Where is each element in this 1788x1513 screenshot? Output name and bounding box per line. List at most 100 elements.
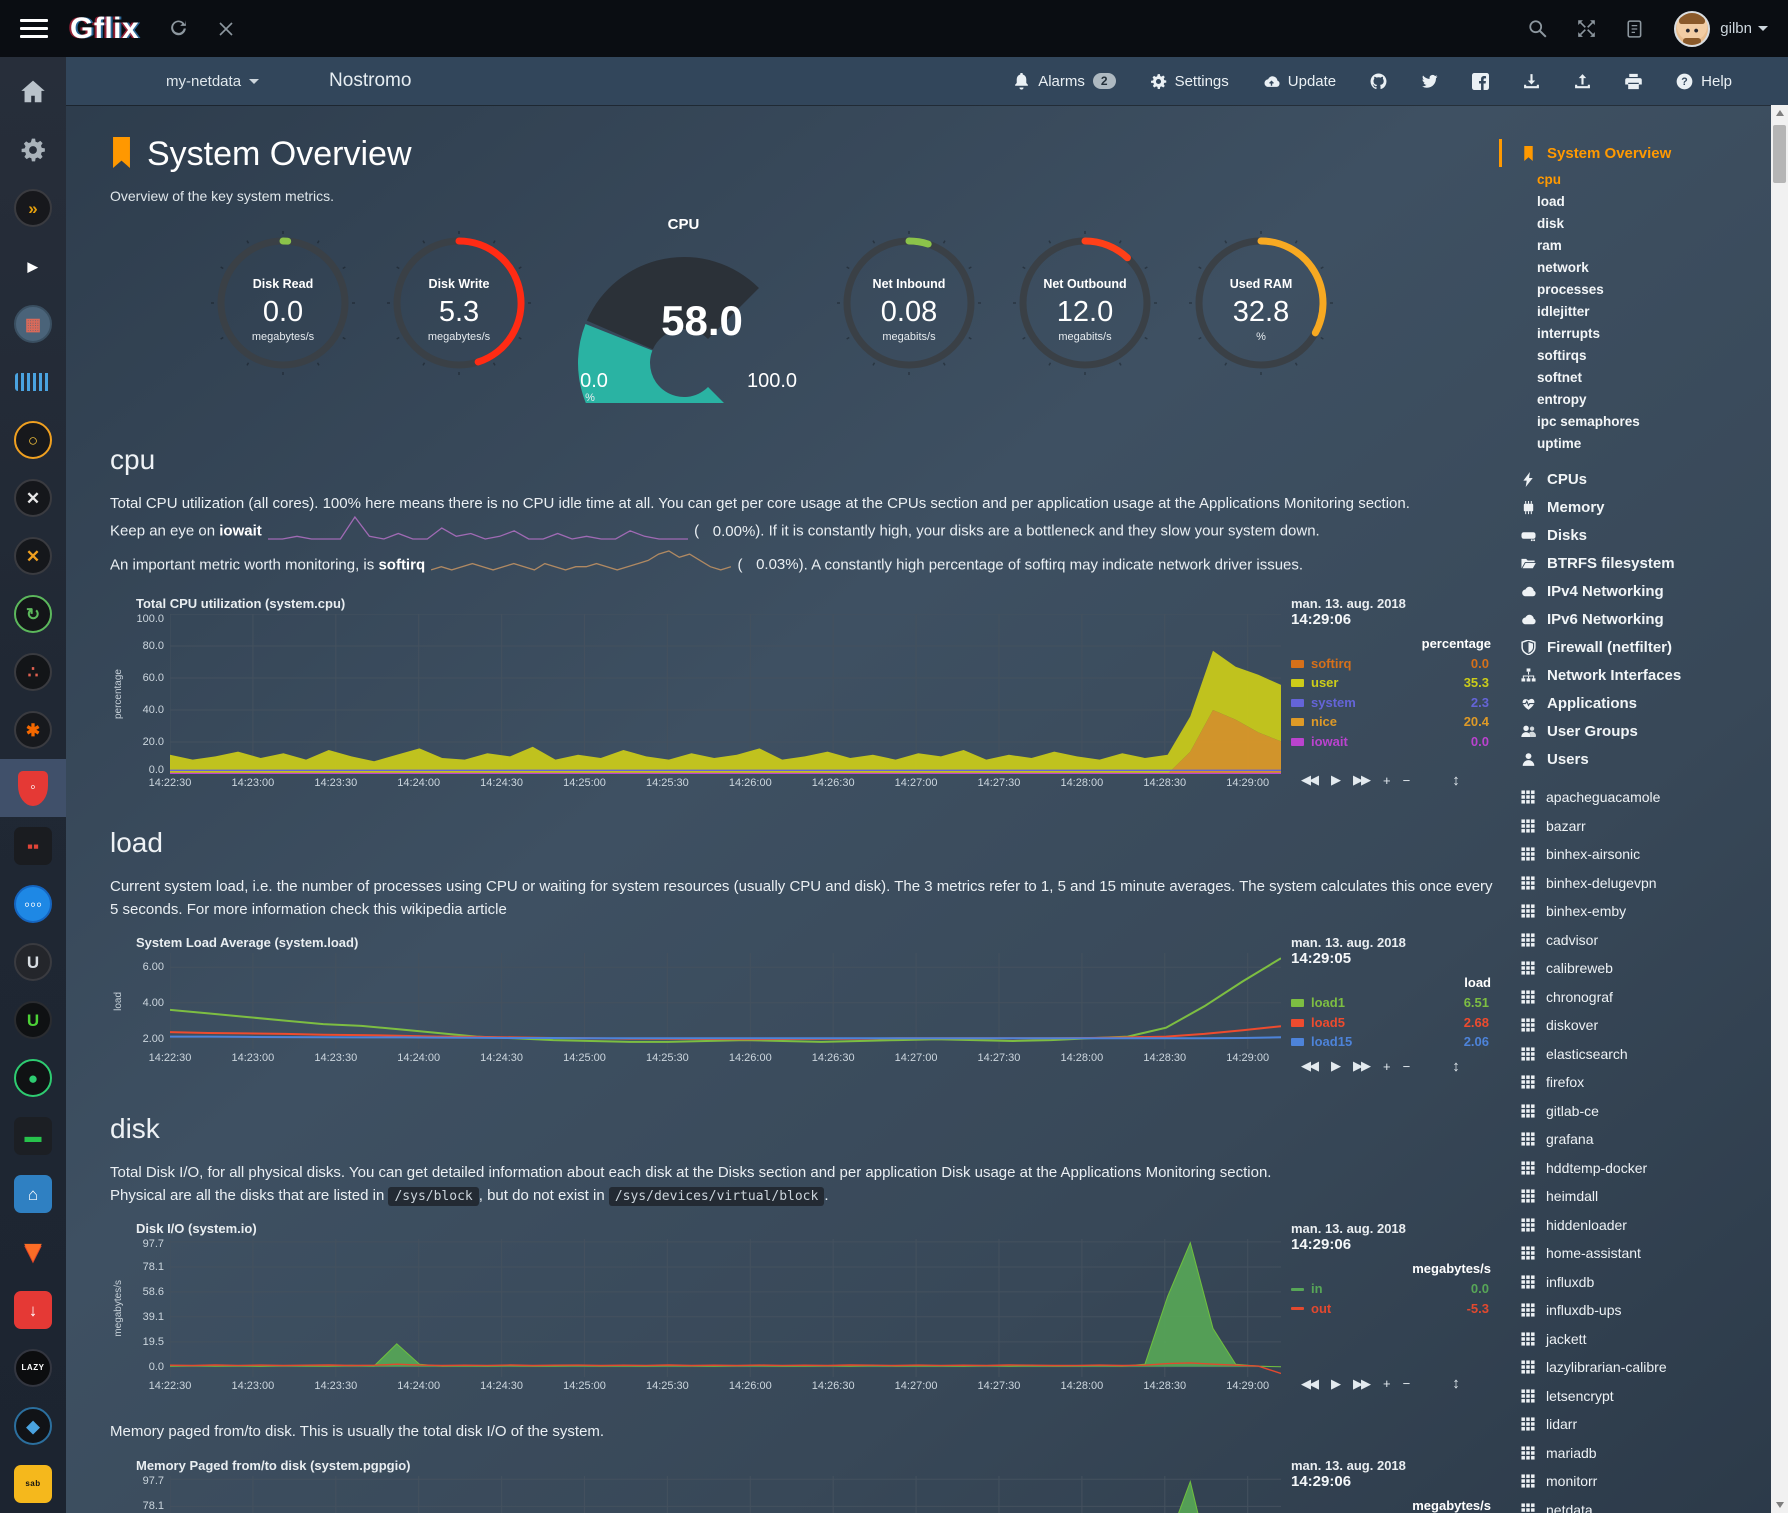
menu-app-lidarr[interactable]: lidarr bbox=[1499, 1410, 1771, 1439]
zoom-in-button[interactable]: + bbox=[1383, 1059, 1389, 1074]
menu-section-user-groups[interactable]: User Groups bbox=[1499, 717, 1771, 745]
legend-entry-load5[interactable]: load52.68 bbox=[1291, 1013, 1493, 1033]
navbar-item-print[interactable] bbox=[1625, 73, 1642, 90]
menu-item-ipc-semaphores[interactable]: ipc semaphores bbox=[1499, 411, 1771, 433]
menu-section-cpus[interactable]: CPUs bbox=[1499, 465, 1771, 493]
menu-app-heimdall[interactable]: heimdall bbox=[1499, 1182, 1771, 1211]
menu-app-monitorr[interactable]: monitorr bbox=[1499, 1467, 1771, 1496]
close-icon[interactable] bbox=[218, 21, 234, 37]
menu-item-cpu[interactable]: cpu bbox=[1499, 169, 1771, 191]
sidebar-app-organizr[interactable]: ✕ bbox=[0, 469, 66, 527]
menu-app-letsencrypt[interactable]: letsencrypt bbox=[1499, 1382, 1771, 1411]
menu-section-ipv4-networking[interactable]: IPv4 Networking bbox=[1499, 577, 1771, 605]
gauge-disk-write[interactable]: Disk Write5.3megabytes/s bbox=[384, 228, 534, 383]
sidebar-app-lazylibrarian[interactable]: LAZY bbox=[0, 1339, 66, 1397]
navbar-item-twitter[interactable] bbox=[1421, 73, 1438, 90]
legend-entry-nice[interactable]: nice20.4 bbox=[1291, 712, 1493, 732]
menu-section-applications[interactable]: Applications bbox=[1499, 689, 1771, 717]
pan-right-button[interactable]: ▶▶ bbox=[1353, 772, 1369, 788]
pan-left-button[interactable]: ◀◀ bbox=[1301, 1058, 1317, 1074]
sidebar-app-x-app[interactable]: ✕ bbox=[0, 527, 66, 585]
pan-left-button[interactable]: ◀◀ bbox=[1301, 1376, 1317, 1392]
navbar-item-update[interactable]: Update bbox=[1263, 73, 1336, 90]
zoom-out-button[interactable]: − bbox=[1403, 1376, 1409, 1391]
sidebar-app-portainer[interactable]: ▪▪ bbox=[0, 817, 66, 875]
sidebar-app-downloader-app[interactable]: ↓ bbox=[0, 1281, 66, 1339]
pan-right-button[interactable]: ▶▶ bbox=[1353, 1376, 1369, 1392]
navbar-item-upload[interactable] bbox=[1574, 73, 1591, 90]
play-button[interactable]: ▶ bbox=[1331, 1058, 1339, 1074]
zoom-in-button[interactable]: + bbox=[1383, 773, 1389, 788]
legend-entry-system[interactable]: system2.3 bbox=[1291, 693, 1493, 713]
hamburger-icon[interactable] bbox=[20, 14, 48, 43]
gauge-cpu[interactable]: CPU58.00.0%100.0 bbox=[560, 216, 808, 408]
menu-app-netdata[interactable]: netdata bbox=[1499, 1496, 1771, 1513]
navbar-item-settings[interactable]: Settings bbox=[1150, 73, 1229, 90]
zoom-out-button[interactable]: − bbox=[1403, 773, 1409, 788]
sidebar-app-home[interactable] bbox=[0, 63, 66, 121]
resize-handle[interactable]: ↕ bbox=[1452, 1375, 1460, 1392]
play-button[interactable]: ▶ bbox=[1331, 1376, 1339, 1392]
scroll-down-arrow[interactable] bbox=[1771, 1497, 1788, 1513]
menu-item-processes[interactable]: processes bbox=[1499, 279, 1771, 301]
menu-app-jackett[interactable]: jackett bbox=[1499, 1325, 1771, 1354]
gauge-disk-read[interactable]: Disk Read0.0megabytes/s bbox=[208, 228, 358, 383]
chart-plot-cpu[interactable] bbox=[170, 614, 1281, 774]
menu-item-softirqs[interactable]: softirqs bbox=[1499, 345, 1771, 367]
menu-app-grafana[interactable]: grafana bbox=[1499, 1125, 1771, 1154]
gauge-net-outbound[interactable]: Net Outbound12.0megabits/s bbox=[1010, 228, 1160, 383]
user-menu[interactable]: gilbn bbox=[1720, 20, 1768, 37]
pan-right-button[interactable]: ▶▶ bbox=[1353, 1058, 1369, 1074]
sidebar-app-utorrent[interactable]: U bbox=[0, 991, 66, 1049]
sidebar-app-duplicati[interactable]: ◆ bbox=[0, 1397, 66, 1455]
sidebar-app-turtle-app[interactable]: ● bbox=[0, 1049, 66, 1107]
sidebar-app-media-app[interactable]: ▦ bbox=[0, 295, 66, 353]
scroll-up-arrow[interactable] bbox=[1771, 105, 1788, 121]
menu-app-hddtemp-docker[interactable]: hddtemp-docker bbox=[1499, 1154, 1771, 1183]
sidebar-app-node-graph-app[interactable]: ∴ bbox=[0, 643, 66, 701]
menu-item-entropy[interactable]: entropy bbox=[1499, 389, 1771, 411]
sidebar-app-settings[interactable] bbox=[0, 121, 66, 179]
menu-item-uptime[interactable]: uptime bbox=[1499, 433, 1771, 455]
menu-app-binhex-airsonic[interactable]: binhex-airsonic bbox=[1499, 840, 1771, 869]
sidebar-app-unraid[interactable]: U bbox=[0, 933, 66, 991]
navbar-item-help[interactable]: ?Help bbox=[1676, 73, 1732, 90]
sidebar-app-sabnzbd[interactable]: sab bbox=[0, 1455, 66, 1513]
navbar-item-github[interactable] bbox=[1370, 73, 1387, 90]
vertical-scrollbar[interactable] bbox=[1771, 105, 1788, 1513]
play-button[interactable]: ▶ bbox=[1331, 772, 1339, 788]
sidebar-app-emby[interactable]: ▶ bbox=[0, 237, 66, 295]
menu-app-bazarr[interactable]: bazarr bbox=[1499, 812, 1771, 841]
menu-section-users[interactable]: Users bbox=[1499, 745, 1771, 773]
menu-item-interrupts[interactable]: interrupts bbox=[1499, 323, 1771, 345]
menu-section-btrfs-filesystem[interactable]: BTRFS filesystem bbox=[1499, 549, 1771, 577]
menu-item-network[interactable]: network bbox=[1499, 257, 1771, 279]
navbar-item-download[interactable] bbox=[1523, 73, 1540, 90]
menu-app-influxdb-ups[interactable]: influxdb-ups bbox=[1499, 1296, 1771, 1325]
sidebar-app-airsonic[interactable] bbox=[0, 353, 66, 411]
app-logo[interactable]: Gflix bbox=[70, 12, 139, 46]
menu-section-firewall-netfilter-[interactable]: Firewall (netfilter) bbox=[1499, 633, 1771, 661]
changelog-icon[interactable] bbox=[1626, 20, 1644, 38]
menu-app-influxdb[interactable]: influxdb bbox=[1499, 1268, 1771, 1297]
navbar-item-alarms[interactable]: Alarms2 bbox=[1013, 73, 1115, 90]
menu-app-cadvisor[interactable]: cadvisor bbox=[1499, 926, 1771, 955]
zoom-out-button[interactable]: − bbox=[1403, 1059, 1409, 1074]
fullscreen-icon[interactable] bbox=[1577, 19, 1596, 38]
menu-app-hiddenloader[interactable]: hiddenloader bbox=[1499, 1211, 1771, 1240]
menu-app-elasticsearch[interactable]: elasticsearch bbox=[1499, 1040, 1771, 1069]
menu-item-ram[interactable]: ram bbox=[1499, 235, 1771, 257]
sidebar-app-status-app[interactable]: ▬ bbox=[0, 1107, 66, 1165]
menu-app-home-assistant[interactable]: home-assistant bbox=[1499, 1239, 1771, 1268]
menu-section-disks[interactable]: Disks bbox=[1499, 521, 1771, 549]
zoom-in-button[interactable]: + bbox=[1383, 1376, 1389, 1391]
legend-entry-load15[interactable]: load152.06 bbox=[1291, 1032, 1493, 1052]
chart-plot-load[interactable] bbox=[170, 953, 1281, 1049]
resize-handle[interactable]: ↕ bbox=[1452, 772, 1460, 789]
menu-app-binhex-delugevpn[interactable]: binhex-delugevpn bbox=[1499, 869, 1771, 898]
menu-app-calibreweb[interactable]: calibreweb bbox=[1499, 954, 1771, 983]
refresh-icon[interactable] bbox=[169, 19, 188, 38]
sidebar-app-jackett[interactable]: ○ bbox=[0, 411, 66, 469]
menu-app-binhex-emby[interactable]: binhex-emby bbox=[1499, 897, 1771, 926]
sidebar-app-plex[interactable]: » bbox=[0, 179, 66, 237]
